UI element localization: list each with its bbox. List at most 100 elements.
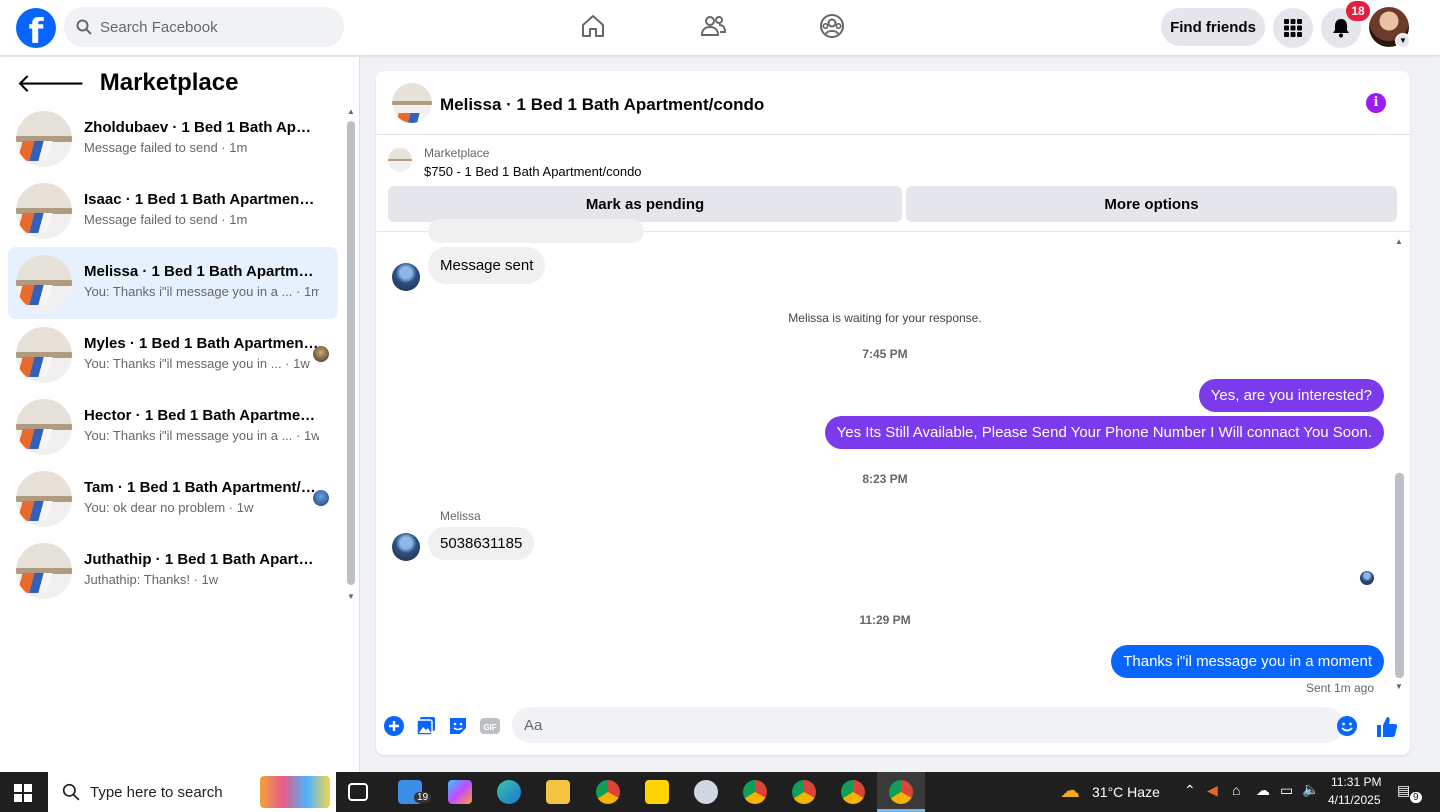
sidebar-title: Marketplace — [99, 69, 239, 96]
copilot-icon[interactable] — [448, 780, 472, 804]
chat-header: Melissa · 1 Bed 1 Bath Apartment/condo i — [376, 71, 1410, 135]
more-options-button[interactable]: More options — [906, 186, 1397, 222]
network-icon[interactable]: ▭ — [1280, 782, 1293, 799]
app-badge-count: 19 — [414, 792, 432, 803]
conversation-subtitle: You: Thanks i"il message you in a ... · … — [84, 284, 319, 299]
sender-avatar[interactable] — [392, 533, 420, 561]
facebook-logo[interactable]: f — [16, 8, 56, 48]
conversation-item[interactable]: Zholdubaev · 1 Bed 1 Bath Apartment/cond… — [8, 103, 338, 175]
listing-label: Marketplace — [424, 146, 490, 160]
seen-avatar — [1360, 571, 1374, 585]
message-bubble: 5038631185 — [428, 527, 535, 560]
listing-thumbnail — [16, 399, 72, 455]
mark-pending-button[interactable]: Mark as pending — [388, 186, 902, 222]
message-thread: Message sent Melissa is waiting for your… — [376, 219, 1410, 699]
sent-status: Sent 1m ago — [1305, 681, 1374, 695]
message-input[interactable] — [512, 707, 1344, 743]
back-arrow-icon[interactable]: 🡐 — [16, 69, 86, 97]
chevron-down-icon[interactable]: ▼ — [1395, 33, 1411, 49]
groups-icon[interactable] — [818, 12, 846, 40]
taskbar-search-placeholder: Type here to search — [90, 783, 223, 801]
notification-center-icon[interactable]: ▤ — [1397, 782, 1410, 799]
photo-icon[interactable] — [415, 715, 437, 737]
scroll-up-arrow[interactable]: ▲ — [1395, 237, 1403, 246]
speaker-icon[interactable]: 🔈 — [1302, 781, 1319, 798]
weather-text[interactable]: 31°C Haze — [1092, 784, 1160, 800]
conversation-item[interactable]: Isaac · 1 Bed 1 Bath Apartment/condo Mes… — [8, 175, 338, 247]
conversation-item[interactable]: Hector · 1 Bed 1 Bath Apartment/condo Yo… — [8, 391, 338, 463]
chrome-profile-icon[interactable] — [841, 780, 865, 804]
search-box[interactable] — [64, 7, 344, 47]
find-friends-button[interactable]: Find friends — [1161, 8, 1265, 46]
chevron-up-icon[interactable]: ⌃ — [1184, 782, 1196, 799]
conversation-title: Zholdubaev · 1 Bed 1 Bath Apartment/cond… — [84, 119, 319, 136]
home-icon[interactable] — [579, 12, 607, 40]
search-input[interactable] — [100, 18, 330, 36]
svg-text:GIF: GIF — [483, 723, 496, 732]
listing-thumbnail — [16, 471, 72, 527]
sender-name: Melissa — [440, 509, 481, 523]
listing-thumbnail — [16, 255, 72, 311]
scroll-down-arrow[interactable]: ▼ — [1395, 682, 1403, 691]
listing-thumbnail[interactable] — [388, 148, 412, 172]
conversation-item[interactable]: Tam · 1 Bed 1 Bath Apartment/condo You: … — [8, 463, 338, 535]
conversation-title: Tam · 1 Bed 1 Bath Apartment/condo — [84, 479, 319, 496]
conversation-title: Myles · 1 Bed 1 Bath Apartment/condo — [84, 335, 319, 352]
timestamp: 7:45 PM — [862, 347, 908, 361]
chrome-profile-icon-active[interactable] — [889, 780, 913, 804]
chat-scrollbar[interactable] — [1395, 473, 1404, 678]
conversation-subtitle: Message failed to send · 1m — [84, 140, 248, 155]
listing-thumbnail — [16, 543, 72, 599]
task-view-icon[interactable] — [348, 783, 368, 801]
timestamp: 11:29 PM — [859, 613, 911, 627]
conversation-subtitle: You: Thanks i"il message you in a ... · … — [84, 428, 319, 443]
meet-icon[interactable]: ⌂ — [1232, 782, 1240, 798]
onedrive-icon[interactable]: ☁ — [1256, 782, 1270, 799]
seen-avatar — [313, 346, 329, 362]
sticky-notes-icon[interactable] — [645, 780, 669, 804]
weather-icon[interactable]: ☁ — [1060, 778, 1084, 802]
clock-time[interactable]: 11:31 PM — [1331, 775, 1381, 789]
friends-icon[interactable] — [699, 12, 727, 40]
emoji-icon[interactable] — [1336, 715, 1358, 737]
chat-title[interactable]: Melissa · 1 Bed 1 Bath Apartment/condo — [440, 95, 764, 115]
scroll-up-arrow[interactable]: ▲ — [347, 107, 355, 116]
clock-date[interactable]: 4/11/2025 — [1328, 793, 1381, 807]
conversation-subtitle: Message failed to send · 1m — [84, 212, 248, 227]
conversation-item-active[interactable]: Melissa · 1 Bed 1 Bath Apartment/condo Y… — [8, 247, 338, 319]
volume-muted-icon[interactable]: ◀ — [1207, 782, 1218, 799]
conversation-item[interactable]: Myles · 1 Bed 1 Bath Apartment/condo You… — [8, 319, 338, 391]
info-icon[interactable]: i — [1366, 93, 1386, 113]
gif-icon[interactable]: GIF — [479, 715, 501, 737]
waiting-notice: Melissa is waiting for your response. — [788, 311, 982, 325]
windows-start-icon[interactable] — [14, 784, 32, 802]
sidebar-header: 🡐 Marketplace — [16, 69, 238, 97]
search-highlight-image[interactable] — [260, 776, 330, 808]
conversation-subtitle: Juthathip: Thanks! · 1w — [84, 572, 219, 587]
sticker-icon[interactable] — [447, 715, 469, 737]
paint-app-icon[interactable] — [694, 780, 718, 804]
conversation-item[interactable]: Juthathip · 1 Bed 1 Bath Apartment/condo… — [8, 535, 338, 607]
chrome-icon[interactable] — [596, 780, 620, 804]
sender-avatar[interactable] — [392, 263, 420, 291]
edge-browser-icon[interactable] — [497, 780, 521, 804]
conversation-title: Juthathip · 1 Bed 1 Bath Apartment/condo — [84, 551, 319, 568]
plus-icon[interactable] — [383, 715, 405, 737]
listing-thumbnail — [16, 111, 72, 167]
seen-avatar — [313, 490, 329, 506]
thumbs-up-icon[interactable] — [1375, 715, 1399, 739]
menu-button[interactable] — [1273, 8, 1313, 48]
message-composer: GIF — [376, 707, 1410, 747]
chrome-profile-icon[interactable] — [792, 780, 816, 804]
sidebar-scrollbar[interactable] — [347, 121, 355, 585]
scroll-down-arrow[interactable]: ▼ — [347, 592, 355, 601]
conversation-subtitle: You: Thanks i"il message you in ... · 1w — [84, 356, 310, 371]
conversation-sidebar: 🡐 Marketplace Zholdubaev · 1 Bed 1 Bath … — [0, 57, 360, 772]
listing-price[interactable]: $750 - 1 Bed 1 Bath Apartment/condo — [424, 164, 642, 179]
conversation-list: Zholdubaev · 1 Bed 1 Bath Apartment/cond… — [8, 103, 338, 607]
file-explorer-icon[interactable] — [546, 780, 570, 804]
notification-center-count: 9 — [1410, 792, 1422, 803]
listing-thumbnail[interactable] — [392, 83, 432, 123]
message-bubble-outgoing: Thanks i"il message you in a moment — [1111, 645, 1384, 678]
chrome-profile-icon[interactable] — [743, 780, 767, 804]
